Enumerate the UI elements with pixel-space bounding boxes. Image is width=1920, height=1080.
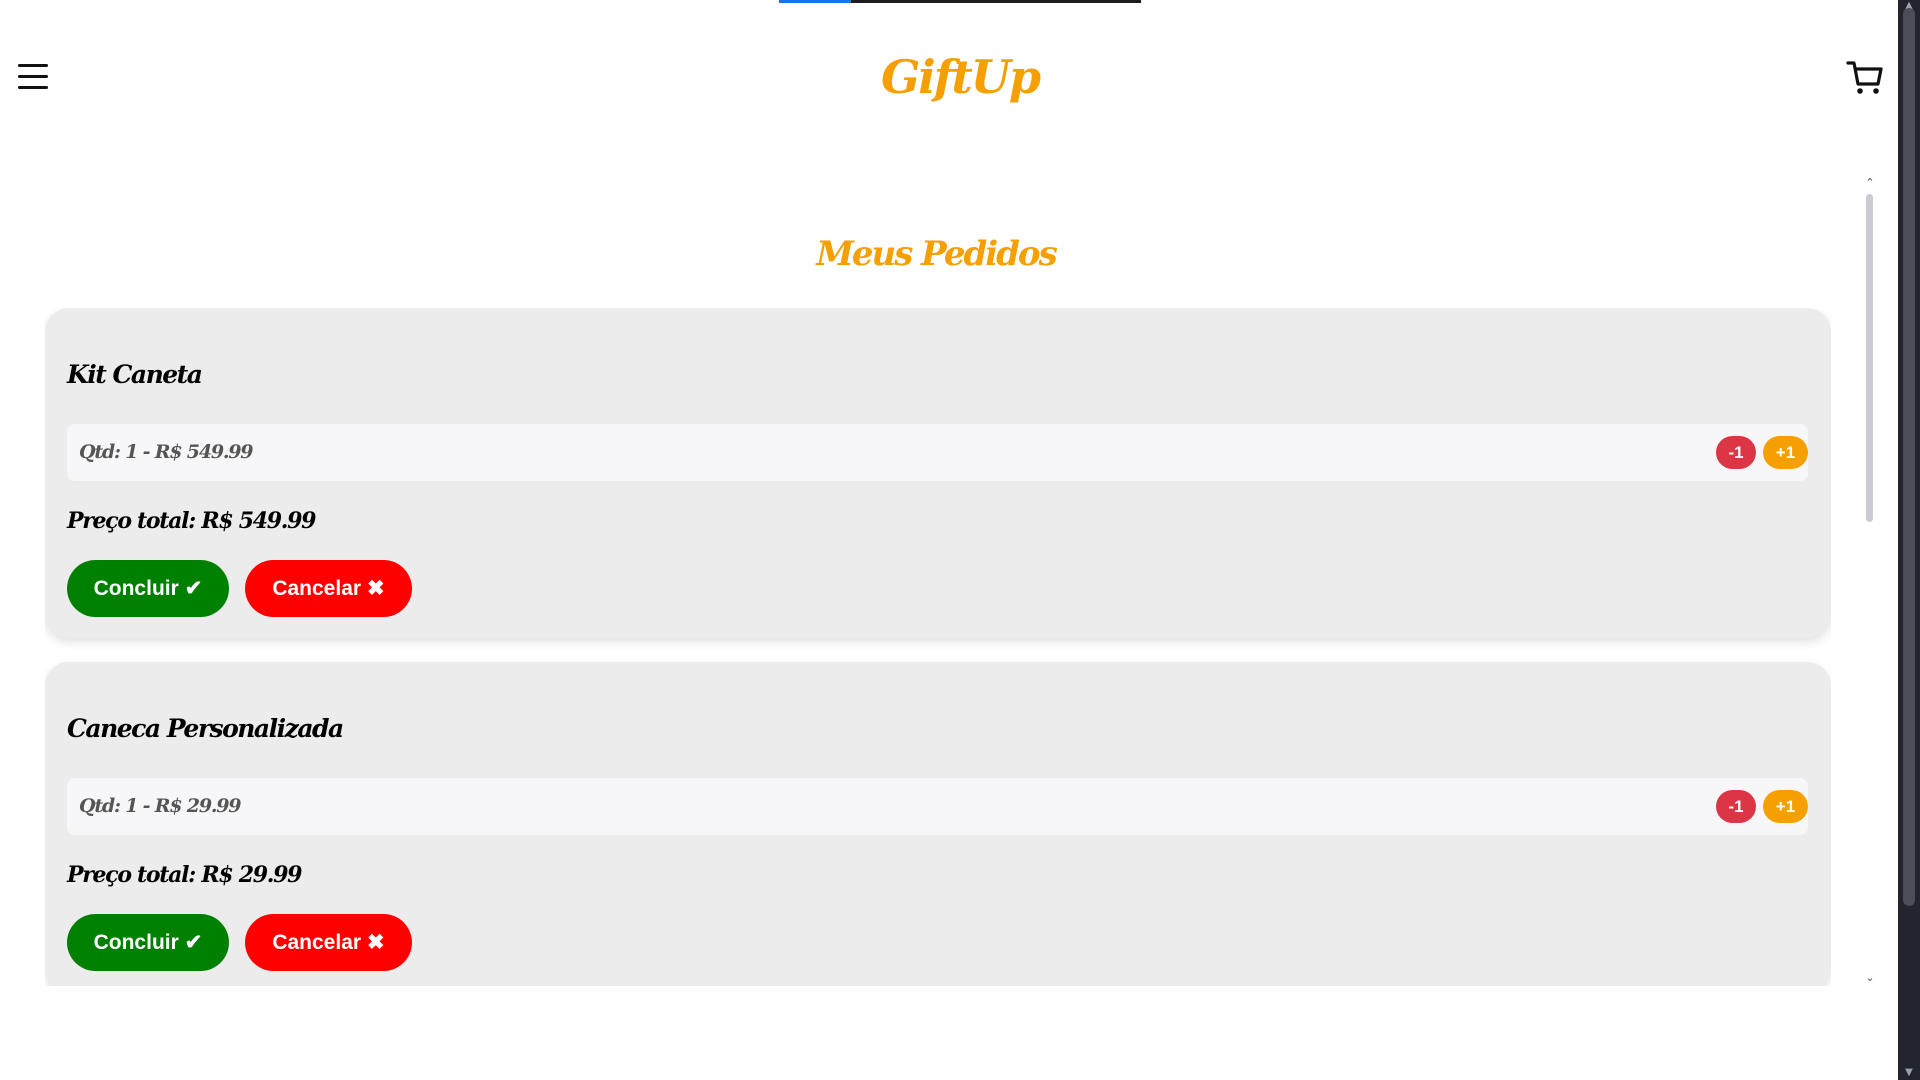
conclude-button-label: Concluir — [93, 931, 179, 954]
window-scrollbar[interactable]: ▲ ▼ — [1898, 0, 1920, 1080]
order-card: Caneca Personalizada Qtd: 1 - R$ 29.99 -… — [45, 662, 1831, 986]
close-x-icon: ✖ — [367, 577, 385, 600]
conclude-order-button[interactable]: Concluir ✔ — [67, 560, 229, 617]
cancel-order-button[interactable]: Cancelar ✖ — [245, 560, 412, 617]
orders-scrollbar-thumb[interactable] — [1866, 194, 1873, 522]
decrement-quantity-button[interactable]: -1 — [1716, 790, 1756, 823]
increment-quantity-button[interactable]: +1 — [1763, 790, 1808, 823]
close-x-icon: ✖ — [367, 931, 385, 954]
checkmark-icon: ✔ — [184, 931, 203, 954]
cancel-button-label: Cancelar — [272, 931, 362, 954]
order-total-price: Preço total: R$ 549.99 — [67, 508, 316, 534]
shopping-cart-icon[interactable] — [1846, 60, 1884, 96]
order-total-price: Preço total: R$ 29.99 — [67, 862, 302, 888]
conclude-order-button[interactable]: Concluir ✔ — [67, 914, 229, 971]
checkmark-icon: ✔ — [184, 577, 203, 600]
hamburger-menu-icon[interactable] — [18, 64, 48, 92]
scroll-down-arrow-icon[interactable]: ⌄ — [1862, 971, 1878, 984]
increment-quantity-button[interactable]: +1 — [1763, 436, 1808, 469]
page-title: Meus Pedidos — [816, 234, 1058, 274]
conclude-button-label: Concluir — [93, 577, 179, 600]
cancel-button-label: Cancelar — [272, 577, 362, 600]
orders-scrollbar[interactable]: ⌃ ⌄ — [1862, 176, 1878, 984]
window-scroll-down-icon[interactable]: ▼ — [1898, 1067, 1920, 1078]
page-load-progress-fill — [779, 0, 852, 3]
order-quantity-price: Qtd: 1 - R$ 29.99 — [79, 795, 241, 817]
order-card: Kit Caneta Qtd: 1 - R$ 549.99 -1 +1 Preç… — [45, 308, 1831, 638]
brand-header: GiftUp — [0, 50, 1920, 104]
decrement-quantity-button[interactable]: -1 — [1716, 436, 1756, 469]
order-product-name: Kit Caneta — [67, 360, 203, 389]
scroll-up-arrow-icon[interactable]: ⌃ — [1862, 176, 1878, 189]
orders-list: Kit Caneta Qtd: 1 - R$ 549.99 -1 +1 Preç… — [45, 308, 1831, 986]
order-quantity-price: Qtd: 1 - R$ 549.99 — [79, 441, 254, 463]
window-scrollbar-thumb[interactable] — [1903, 8, 1915, 906]
order-quantity-row: Qtd: 1 - R$ 549.99 -1 +1 — [67, 424, 1808, 481]
page-load-progress-bar — [779, 0, 1141, 3]
brand-logo[interactable]: GiftUp — [881, 50, 1041, 104]
order-quantity-row: Qtd: 1 - R$ 29.99 -1 +1 — [67, 778, 1808, 835]
order-product-name: Caneca Personalizada — [67, 714, 344, 743]
cancel-order-button[interactable]: Cancelar ✖ — [245, 914, 412, 971]
